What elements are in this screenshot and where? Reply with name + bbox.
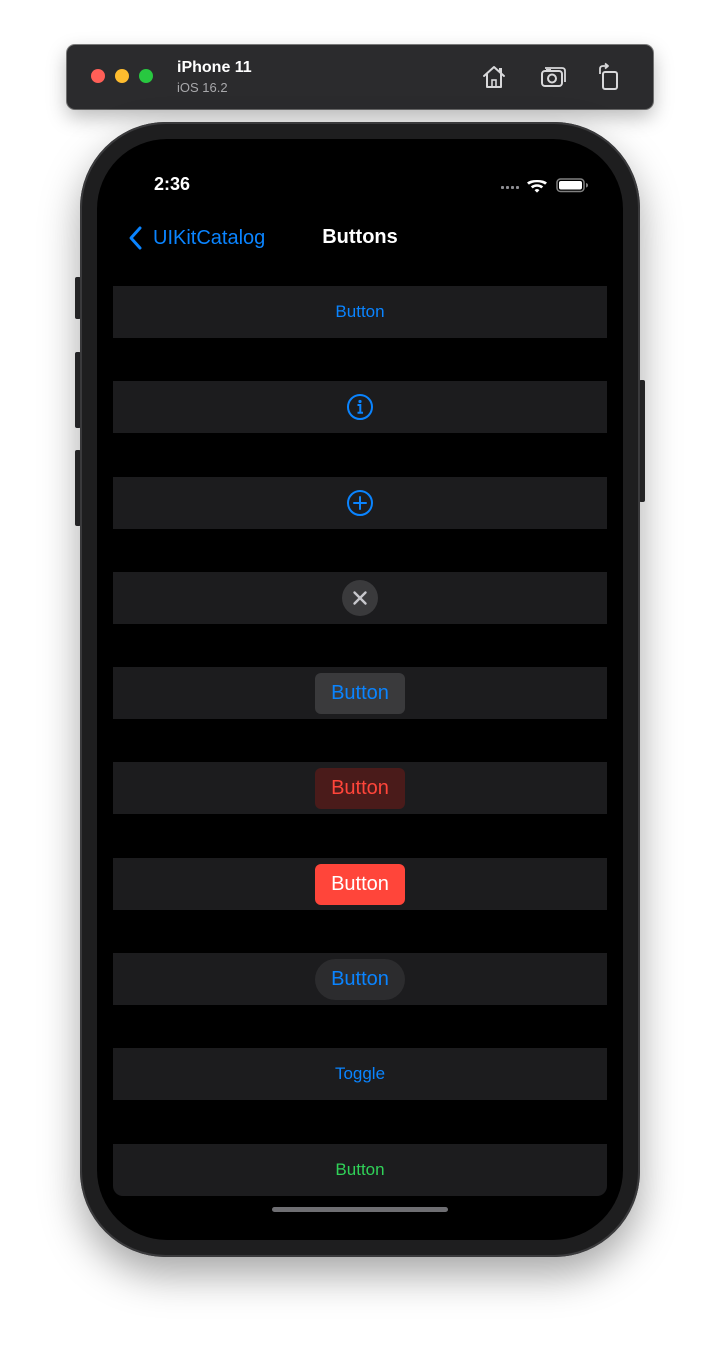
green-button[interactable]: Button [335,1160,384,1180]
zoom-window-button[interactable] [139,69,153,83]
home-icon[interactable] [479,62,509,92]
button-row-gray: Button [113,667,607,719]
screenshot-icon[interactable] [538,62,568,92]
close-window-button[interactable] [91,69,105,83]
button-row-system: Button [113,286,607,338]
battery-icon [556,178,588,193]
simulator-toolbar: iPhone 11 iOS 16.2 [67,45,653,109]
capsule-button[interactable]: Button [315,958,405,1000]
page-title: Buttons [322,226,398,248]
status-time: 2:36 [154,174,191,194]
button-row-capsule: Button [113,953,607,1005]
device-screen: 2:36 UIKitCatalog Buttons Button Button … [97,139,623,1240]
os-version: iOS 16.2 [177,80,228,95]
filled-button[interactable]: Button [315,863,405,905]
wifi-icon [527,180,547,193]
rotate-icon[interactable] [594,62,624,92]
status-icons [501,177,591,193]
device-name: iPhone 11 [177,59,252,76]
button-row-toggle: Toggle [113,1048,607,1100]
system-button[interactable]: Button [335,302,384,322]
minimize-window-button[interactable] [115,69,129,83]
button-row-green: Button [113,1144,607,1196]
signal-icon [501,186,519,189]
button-row-close [113,572,607,624]
close-button[interactable] [342,580,378,616]
info-circle-icon[interactable] [345,392,375,422]
simulator-stage: iPhone 11 iOS 16.2 2:36 UIKitCatalog But… [0,0,720,1347]
button-row-detail [113,381,607,433]
xmark-icon [353,591,367,605]
gray-button[interactable]: Button [315,672,405,714]
button-row-filled: Button [113,858,607,910]
tinted-button[interactable]: Button [315,767,405,809]
button-row-add [113,477,607,529]
plus-circle-icon[interactable] [345,488,375,518]
toggle-button[interactable]: Toggle [335,1064,385,1084]
button-row-tinted: Button [113,762,607,814]
home-indicator[interactable] [272,1207,448,1212]
